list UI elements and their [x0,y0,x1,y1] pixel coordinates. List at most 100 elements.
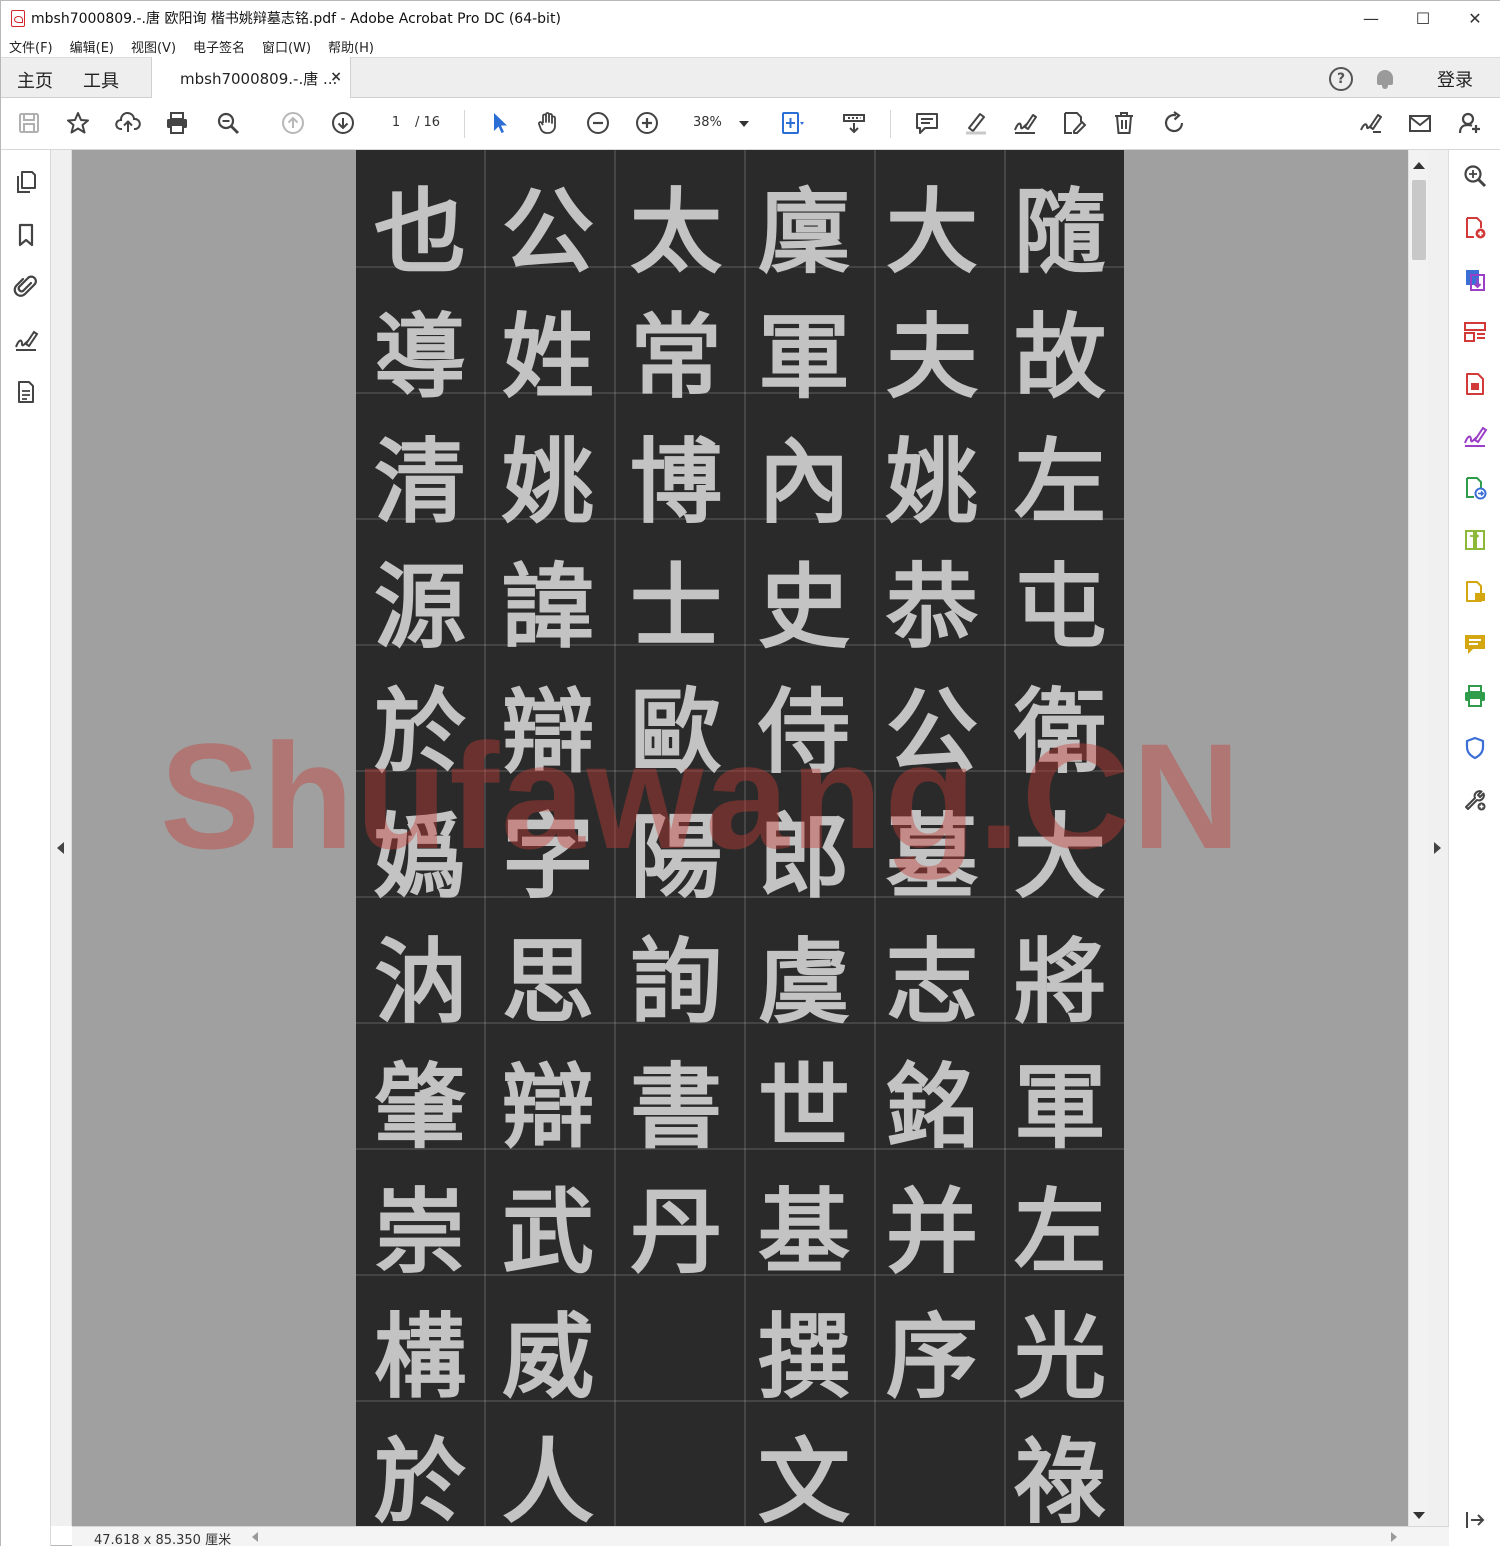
help-icon[interactable]: ? [1329,66,1353,91]
export-pdf-icon[interactable] [1461,266,1489,294]
zoom-out-icon[interactable] [583,108,613,138]
close-tab-icon[interactable]: × [330,69,342,85]
print-icon[interactable] [162,108,192,138]
zoom-search-icon[interactable] [213,108,243,138]
right-pane-collapse-strip[interactable] [1428,150,1449,1526]
menu-edit[interactable]: 编辑(E) [70,37,114,56]
page-up-icon[interactable] [278,108,308,138]
chevron-right-icon[interactable] [1434,842,1441,854]
scroll-down-icon[interactable] [1413,1512,1425,1519]
zoom-select[interactable]: 38% [679,111,755,135]
rotate-icon[interactable] [1159,108,1189,138]
organize-pages-icon[interactable] [1461,318,1489,346]
calligraphy-character: 辯 [501,1053,594,1161]
left-navigation-pane [1,150,51,1546]
share-icon[interactable] [1461,578,1489,606]
calligraphy-column: 也導清源於嬀汭肇崇構於 [356,170,484,1526]
scroll-thumb[interactable] [1412,180,1426,260]
fit-page-icon[interactable] [777,108,807,138]
bell-icon[interactable] [1375,68,1395,90]
zoom-in-icon[interactable] [632,108,662,138]
compress-pdf-icon[interactable] [1461,370,1489,398]
upload-icon[interactable] [113,108,143,138]
scroll-left-icon[interactable] [252,1532,258,1542]
minimize-button[interactable]: — [1345,1,1397,35]
select-cursor-icon[interactable] [484,108,514,138]
edit-text-icon[interactable] [1059,108,1089,138]
vertical-scrollbar[interactable] [1408,150,1428,1526]
sign-icon[interactable] [1010,108,1040,138]
save-icon[interactable] [14,108,44,138]
document-view[interactable]: 隨故左屯衛大將軍左光祿大夫姚恭公墓志銘并序廩軍內史侍郎虞世基撰文太常博士歐陽詢書… [72,150,1408,1526]
left-pane-collapse-strip[interactable] [51,150,72,1526]
read-mode-icon[interactable] [839,108,869,138]
calligraphy-character: 序 [885,1303,978,1411]
calligraphy-column: 廩軍內史侍郎虞世基撰文 [740,170,868,1526]
menu-help[interactable]: 帮助(H) [328,37,374,56]
add-user-icon[interactable] [1455,108,1485,138]
comment-tool-icon[interactable] [1461,630,1489,658]
document-tab-label: mbsh7000809.-.唐 ... [180,69,338,88]
content-icon[interactable] [12,378,40,406]
calligraphy-character: 虞 [757,928,850,1036]
chevron-left-icon[interactable] [57,842,64,854]
fill-sign-tool-icon[interactable] [1461,422,1489,450]
calligraphy-character: 基 [757,1178,850,1286]
calligraphy-character: 大 [1013,803,1106,911]
calligraphy-character: 士 [629,553,722,661]
menu-esign[interactable]: 电子签名 [193,37,245,56]
comment-icon[interactable] [912,108,942,138]
page-down-icon[interactable] [328,108,358,138]
toolbar-divider [464,110,465,138]
calligraphy-character: 軍 [757,303,850,411]
menu-bar: 文件(F) 编辑(E) 视图(V) 电子签名 窗口(W) 帮助(H) [1,35,1500,57]
calligraphy-character: 世 [757,1053,850,1161]
print-production-icon[interactable] [1461,682,1489,710]
send-review-icon[interactable] [1461,474,1489,502]
calligraphy-character: 汭 [373,928,466,1036]
calligraphy-character: 恭 [885,553,978,661]
bookmark-icon[interactable] [12,221,40,249]
calligraphy-character: 歐 [629,678,722,786]
attachment-icon[interactable] [12,272,40,300]
toolbar-divider [890,110,891,138]
delete-icon[interactable] [1109,108,1139,138]
calligraphy-character: 博 [629,428,722,536]
calligraphy-character: 廩 [757,178,850,286]
collapse-pane-icon[interactable] [1461,1506,1489,1534]
menu-view[interactable]: 视图(V) [131,37,176,56]
calligraphy-character: 清 [373,428,466,536]
protect-icon[interactable] [1461,734,1489,762]
tab-tools[interactable]: 工具 [83,67,119,93]
maximize-button[interactable]: ☐ [1397,1,1449,35]
tab-document[interactable]: mbsh7000809.-.唐 ... × [151,57,351,99]
pages-icon[interactable] [12,168,40,196]
signature-icon[interactable] [12,326,40,354]
calligraphy-character: 屯 [1013,553,1106,661]
calligraphy-character: 辯 [501,678,594,786]
create-pdf-icon[interactable] [1461,214,1489,242]
highlight-icon[interactable] [961,108,991,138]
page-number-input[interactable]: 1 [379,111,413,135]
calligraphy-character: 侍 [757,678,850,786]
tab-bar: 主页 工具 mbsh7000809.-.唐 ... × ? 登录 [1,57,1500,99]
calligraphy-character: 嬀 [373,803,466,911]
fill-sign-icon[interactable] [1356,108,1386,138]
close-window-button[interactable]: ✕ [1449,1,1500,35]
signin-button[interactable]: 登录 [1437,66,1473,92]
calligraphy-character: 思 [501,928,594,1036]
calligraphy-column: 大夫姚恭公墓志銘并序 [868,170,996,1420]
calligraphy-character: 軍 [1013,1053,1106,1161]
email-icon[interactable] [1405,108,1435,138]
star-icon[interactable] [63,108,93,138]
calligraphy-character: 公 [501,178,594,286]
tab-home[interactable]: 主页 [17,67,53,93]
menu-file[interactable]: 文件(F) [9,37,53,56]
hand-icon[interactable] [533,108,563,138]
combine-files-icon[interactable] [1461,526,1489,554]
scroll-right-icon[interactable] [1391,1532,1397,1542]
menu-window[interactable]: 窗口(W) [262,37,311,56]
scroll-up-icon[interactable] [1413,162,1425,169]
more-tools-icon[interactable] [1461,786,1489,814]
enhance-scan-icon[interactable] [1461,162,1489,190]
